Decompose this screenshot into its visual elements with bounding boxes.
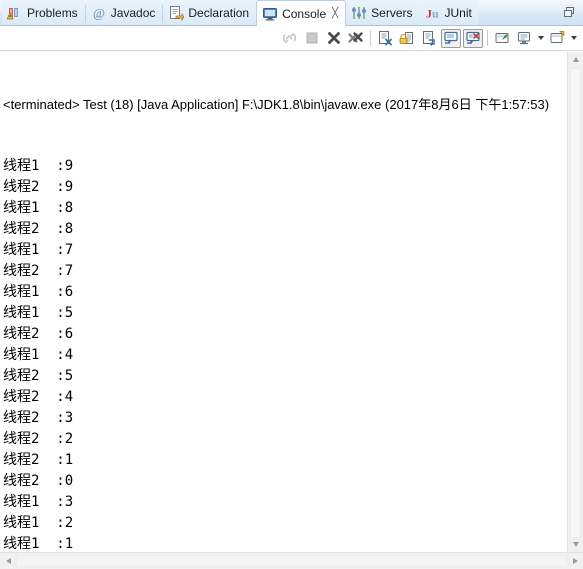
tab-label: Problems [27,5,78,20]
tab-declaration[interactable]: Declaration [163,0,257,25]
svg-text:u: u [432,6,439,20]
horizontal-scrollbar-thumb[interactable] [16,555,567,567]
console-toolbar [0,26,583,51]
console-text: <terminated> Test (18) [Java Application… [0,52,567,552]
remove-x-icon [328,32,340,44]
javadoc-icon: @ [91,5,107,21]
problems-icon [7,5,23,21]
chevron-down-icon [537,36,544,40]
console-line: 线程1 :1 [3,536,74,552]
pin-console-icon [495,33,509,43]
display-selected-console-menu[interactable] [535,29,546,48]
triangle-right-icon [572,558,578,564]
toolbar-separator [487,30,488,46]
display-console-icon [517,31,531,45]
remove-all-terminated-button[interactable] [346,29,366,48]
console-line: 线程2 :3 [3,410,74,426]
show-console-on-error-button[interactable] [463,28,483,48]
display-selected-console-button[interactable] [514,29,534,48]
tab-console[interactable]: Console ╳ [256,0,347,26]
triangle-up-icon [573,57,579,62]
console-view: <terminated> Test (18) [Java Application… [0,52,583,569]
console-line: 线程2 :4 [3,389,74,405]
pin-console-button[interactable] [492,29,512,48]
tab-label: Declaration [188,5,250,20]
scroll-right-button[interactable] [567,553,583,569]
console-line: 线程2 :2 [3,431,74,447]
tab-junit[interactable]: J u JUnit [419,0,479,25]
scroll-lock-button[interactable] [397,29,417,48]
show-console-on-output-button[interactable] [441,28,461,48]
vertical-scrollbar-thumb[interactable] [570,68,581,538]
console-line: 线程1 :5 [3,305,74,321]
clear-console-icon [379,31,392,46]
console-line: 线程1 :6 [3,284,74,300]
tab-label: Servers [371,5,413,20]
tab-problems[interactable]: Problems [2,0,85,25]
servers-icon [351,5,367,21]
console-lines: 线程1 :9 线程2 :9 线程1 :8 线程2 :8 线程1 :7 线程2 :7 线程1 … [3,156,567,552]
tab-bar-controls [562,5,583,25]
console-line: 线程1 :7 [3,242,74,258]
console-line: 线程2 :8 [3,221,74,237]
scroll-down-button[interactable] [568,537,583,552]
console-launch-header: <terminated> Test (18) [Java Application… [3,97,550,112]
terminate-and-relaunch-button[interactable] [280,29,300,48]
console-line: 线程1 :9 [3,158,74,174]
console-line: 线程2 :7 [3,263,74,279]
triangle-left-icon [5,558,11,564]
toolbar-separator [370,30,371,46]
console-output-area[interactable]: <terminated> Test (18) [Java Application… [0,52,567,552]
console-line: 线程1 :3 [3,494,74,510]
remove-all-xx-icon [348,32,363,43]
scroll-up-button[interactable] [568,52,583,67]
word-wrap-button[interactable] [419,29,439,48]
declaration-icon [168,5,185,21]
console-line: 线程2 :0 [3,473,74,489]
junit-icon: J u [425,5,441,21]
tab-javadoc[interactable]: @ Javadoc [85,0,163,25]
tab-servers[interactable]: Servers [346,0,420,25]
console-icon [262,6,278,22]
console-line: 线程1 :4 [3,347,74,363]
relaunch-icon [282,32,297,44]
tab-label: Javadoc [110,5,156,20]
show-console-stdout-icon [444,31,458,44]
show-console-stderr-icon [466,31,480,44]
clear-console-button[interactable] [375,29,395,48]
scroll-lock-icon [399,32,413,44]
console-line: 线程1 :8 [3,200,74,216]
terminate-button[interactable] [302,29,322,48]
console-line: 线程2 :5 [3,368,74,384]
open-console-icon [550,31,565,43]
chevron-down-icon [570,36,577,40]
stop-square-icon [306,32,318,44]
svg-text:@: @ [93,5,105,20]
console-line: 线程2 :9 [3,179,74,195]
console-line: 线程2 :6 [3,326,74,342]
triangle-down-icon [573,542,579,547]
console-line: 线程2 :1 [3,452,74,468]
view-tab-bar: Problems @ Javadoc Declaration Console ╳… [0,0,583,26]
horizontal-scrollbar[interactable] [0,552,583,569]
open-console-button[interactable] [547,29,567,48]
tab-label: JUnit [444,5,472,20]
close-icon[interactable]: ╳ [332,8,338,19]
console-line: 线程1 :2 [3,515,74,531]
tab-label: Console [282,6,327,21]
open-console-menu[interactable] [568,29,579,48]
word-wrap-icon [423,31,435,46]
scroll-left-button[interactable] [0,553,16,569]
vertical-scrollbar[interactable] [567,52,583,552]
remove-launch-button[interactable] [324,29,344,48]
restore-icon[interactable] [562,5,578,21]
